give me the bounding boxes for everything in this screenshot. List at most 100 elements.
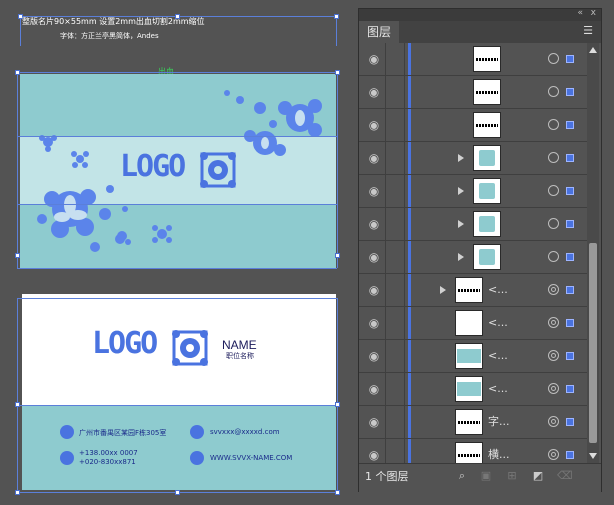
artboard-canvas[interactable]: 整版名片90×55mm 设置2mm出血切割2mm缩位 字体：方正兰亭黑简体，An… <box>0 0 356 505</box>
panel-menu-icon[interactable]: ☰ <box>583 24 593 37</box>
selection-indicator[interactable] <box>566 319 574 327</box>
layers-list[interactable]: ◉ ◉ ◉ ◉ ◉ ◉ ◉ ◉ <... ◉ <... ◉ <... ◉ <... ◉ 字... ◉ 横... <box>359 43 587 463</box>
target-circle-icon[interactable] <box>548 416 559 427</box>
target-circle-icon[interactable] <box>548 350 559 361</box>
visibility-eye-icon[interactable]: ◉ <box>363 175 385 207</box>
target-circle-icon[interactable] <box>548 185 559 196</box>
front-logo: LOGO <box>120 149 186 184</box>
visibility-eye-icon[interactable]: ◉ <box>363 439 385 463</box>
layer-row[interactable]: ◉ <box>359 241 587 274</box>
visibility-eye-icon[interactable]: ◉ <box>363 406 385 438</box>
close-icon[interactable]: x <box>591 8 596 18</box>
selection-indicator[interactable] <box>566 187 574 195</box>
front-logo-mark <box>200 152 236 188</box>
layer-row[interactable]: ◉ <box>359 142 587 175</box>
selection-indicator[interactable] <box>566 352 574 360</box>
column-divider <box>404 208 405 240</box>
selection-indicator[interactable] <box>566 88 574 96</box>
selection-indicator[interactable] <box>566 286 574 294</box>
selection-indicator[interactable] <box>566 121 574 129</box>
layer-color-bar <box>408 241 411 273</box>
selection-handle[interactable] <box>15 70 20 75</box>
selection-handle[interactable] <box>15 490 20 495</box>
card-front[interactable]: LOGO <box>20 74 336 269</box>
target-circle-icon[interactable] <box>548 383 559 394</box>
selection-indicator[interactable] <box>566 55 574 63</box>
column-divider <box>385 142 386 174</box>
selection-handle[interactable] <box>335 402 340 407</box>
expand-arrow-icon[interactable] <box>458 154 464 162</box>
visibility-eye-icon[interactable]: ◉ <box>363 43 385 75</box>
selection-handle[interactable] <box>335 253 340 258</box>
target-circle-icon[interactable] <box>548 218 559 229</box>
target-circle-icon[interactable] <box>548 284 559 295</box>
selection-handle[interactable] <box>15 402 20 407</box>
visibility-eye-icon[interactable]: ◉ <box>363 373 385 405</box>
scroll-up-icon[interactable] <box>589 47 597 53</box>
flower-small-1 <box>39 135 57 152</box>
mail-icon <box>190 425 204 439</box>
scroll-down-icon[interactable] <box>589 453 597 459</box>
make-clip-mask-icon[interactable]: ▣ <box>479 469 493 483</box>
visibility-eye-icon[interactable]: ◉ <box>363 142 385 174</box>
layer-color-bar <box>408 439 411 463</box>
front-selection-mid1 <box>17 136 337 137</box>
layer-thumbnail <box>473 244 501 270</box>
target-circle-icon[interactable] <box>548 251 559 262</box>
expand-arrow-icon[interactable] <box>458 220 464 228</box>
search-icon[interactable]: ⌕ <box>455 469 469 483</box>
layers-scrollbar[interactable] <box>587 43 599 463</box>
target-circle-icon[interactable] <box>548 449 559 460</box>
new-layer-icon[interactable]: ◩ <box>531 469 545 483</box>
expand-arrow-icon[interactable] <box>458 253 464 261</box>
selection-handle[interactable] <box>335 490 340 495</box>
home-icon <box>479 150 495 166</box>
selection-indicator[interactable] <box>566 418 574 426</box>
layer-row[interactable]: ◉ 字... <box>359 406 587 439</box>
visibility-eye-icon[interactable]: ◉ <box>363 307 385 339</box>
selection-indicator[interactable] <box>566 220 574 228</box>
target-circle-icon[interactable] <box>548 53 559 64</box>
visibility-eye-icon[interactable]: ◉ <box>363 109 385 141</box>
selection-handle[interactable] <box>335 70 340 75</box>
layer-row[interactable]: ◉ <box>359 76 587 109</box>
layer-row[interactable]: ◉ <... <box>359 340 587 373</box>
target-circle-icon[interactable] <box>548 152 559 163</box>
visibility-eye-icon[interactable]: ◉ <box>363 241 385 273</box>
collapse-icon[interactable]: « <box>577 8 583 18</box>
layer-row[interactable]: ◉ <... <box>359 274 587 307</box>
new-sublayer-icon[interactable]: ⊞ <box>505 469 519 483</box>
selection-indicator[interactable] <box>566 385 574 393</box>
layer-row[interactable]: ◉ 横... <box>359 439 587 463</box>
target-circle-icon[interactable] <box>548 317 559 328</box>
trash-icon[interactable]: ⌫ <box>557 469 573 483</box>
visibility-eye-icon[interactable]: ◉ <box>363 76 385 108</box>
expand-arrow-icon[interactable] <box>458 187 464 195</box>
layer-color-bar <box>408 307 411 339</box>
visibility-eye-icon[interactable]: ◉ <box>363 340 385 372</box>
layer-row[interactable]: ◉ <... <box>359 373 587 406</box>
selection-indicator[interactable] <box>566 154 574 162</box>
card-back[interactable]: LOGO NAME 职位名称 广州市番禺区某园F栋305室 svvxxx@xxx… <box>22 294 336 490</box>
selection-handle[interactable] <box>15 253 20 258</box>
selection-handle[interactable] <box>175 490 180 495</box>
layer-thumbnail <box>473 79 501 105</box>
visibility-eye-icon[interactable]: ◉ <box>363 274 385 306</box>
target-circle-icon[interactable] <box>548 119 559 130</box>
selection-indicator[interactable] <box>566 253 574 261</box>
visibility-eye-icon[interactable]: ◉ <box>363 208 385 240</box>
layer-row[interactable]: ◉ <box>359 175 587 208</box>
layer-row[interactable]: ◉ <... <box>359 307 587 340</box>
note-selection-right <box>336 16 337 46</box>
layer-row[interactable]: ◉ <box>359 208 587 241</box>
tab-layers[interactable]: 图层 <box>359 21 400 43</box>
selection-handle[interactable] <box>334 14 339 19</box>
selection-indicator[interactable] <box>566 451 574 459</box>
layer-row[interactable]: ◉ <box>359 43 587 76</box>
target-circle-icon[interactable] <box>548 86 559 97</box>
expand-arrow-icon[interactable] <box>440 286 446 294</box>
layer-row[interactable]: ◉ <box>359 109 587 142</box>
scroll-thumb[interactable] <box>589 243 597 443</box>
back-selection-left <box>17 298 18 492</box>
column-divider <box>385 406 386 438</box>
